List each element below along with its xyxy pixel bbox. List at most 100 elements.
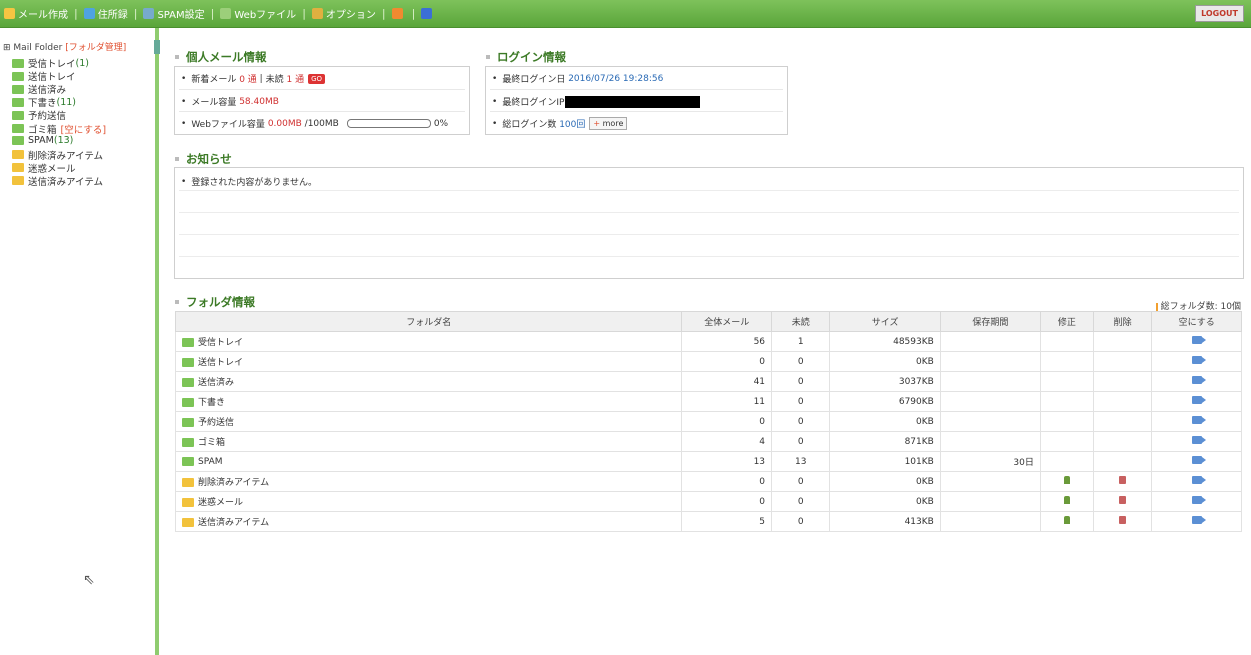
folder-icon [182,418,194,427]
sidebar-folder-item[interactable]: SPAM (13) [12,135,73,146]
menu-item-5[interactable] [391,8,406,19]
folder-name[interactable]: 送信トレイ [198,358,243,368]
new-mail-value[interactable]: 0 通 [239,72,257,85]
empty-folder-icon[interactable] [1191,476,1206,484]
logout-button[interactable]: LOGOUT [1195,5,1244,22]
empty-folder-icon[interactable] [1191,436,1206,444]
empty-folder-icon[interactable] [1191,336,1206,344]
empty-trash-link[interactable]: [空にする] [61,122,107,136]
more-button[interactable]: + more [589,117,628,130]
period-cell [939,471,1041,492]
sidebar-folder-item[interactable]: 迷惑メール [12,161,76,175]
folder-name[interactable]: 下書き [198,398,225,408]
menu-separator: | [133,7,138,20]
sidebar-folder-label: 下書き [28,98,57,110]
empty-folder-icon[interactable] [1191,416,1206,424]
folder-name-cell[interactable]: 削除済みアイテム [174,471,683,492]
empty-folder-icon[interactable] [1191,396,1206,404]
empty-folder-icon[interactable] [1191,356,1206,364]
period-cell [939,431,1041,452]
size-cell: 413KB [829,511,941,532]
empty-cell [1151,391,1242,412]
login-info-title-text: ログイン情報 [497,50,566,64]
menu-item-0[interactable]: メール作成 [4,6,68,21]
empty-folder-icon[interactable] [1191,376,1206,384]
edit-cell [1039,411,1095,432]
sidebar-folder-label: SPAM [28,134,54,146]
menu-item-label: メール作成 [18,10,68,21]
folder-name[interactable]: 受信トレイ [198,338,243,348]
folder-name[interactable]: SPAM [198,457,223,467]
sidebar-folder-item[interactable]: ゴミ箱 [空にする] [12,122,106,136]
menu-item-2[interactable]: SPAM設定 [143,6,205,21]
folder-name-cell[interactable]: 下書き [174,391,683,412]
folder-icon [12,97,24,107]
folder-name-cell[interactable]: 送信済みアイテム [174,511,683,532]
go-badge[interactable]: GO [308,73,326,84]
menu-item-label: SPAM設定 [157,10,205,21]
column-header: 削除 [1092,311,1153,332]
folder-manage-link[interactable]: [フォルダ管理] [65,43,126,53]
edit-cell [1039,451,1095,472]
sidebar-folder-item[interactable]: 送信済みアイテム [12,174,103,188]
folder-table: フォルダ名 全体メール 未読 サイズ 保存期間 修正 削除 空にする 受信トレイ 56 1 4859… [174,311,1242,532]
menu-item-4[interactable]: オプション [311,6,376,21]
unread-value[interactable]: 1 通 [286,72,304,85]
sidebar-folder-item[interactable]: 送信トレイ [12,69,76,83]
delete-cell [1092,491,1153,512]
size-cell: 0KB [829,471,941,492]
sidebar-folder-label: 送信済みアイテム [28,176,104,188]
webfile-label: Webファイル容量 [191,120,265,130]
sidebar-folder-label: 予約送信 [28,111,67,123]
login-count-row: • 総ログイン数 100回 + more [492,117,628,130]
folder-name[interactable]: 削除済みアイテム [198,478,269,488]
edit-icon[interactable] [1063,496,1070,504]
menu-item-3[interactable]: Webファイル [220,6,296,21]
sidebar-folder-item[interactable]: 受信トレイ (1) [12,56,89,70]
size-cell: 871KB [829,431,941,452]
capacity-value: 58.40MB [239,96,279,107]
edit-icon[interactable] [1063,476,1070,484]
edit-cell [1039,391,1095,412]
folder-name[interactable]: 予約送信 [198,418,234,428]
unread-cell: 0 [771,351,831,372]
menu-item-6[interactable] [421,8,435,19]
trash-icon[interactable] [1119,496,1127,504]
empty-folder-icon[interactable] [1191,516,1206,524]
menu-item-1[interactable]: 住所録 [83,6,128,21]
sidebar-folder-count: (1) [75,57,89,69]
folder-name-cell[interactable]: 送信済み [174,371,683,392]
sidebar-folder-item[interactable]: 削除済みアイテム [12,148,103,162]
folder-name-cell[interactable]: 送信トレイ [174,351,683,372]
table-row: 迷惑メール 0 0 0KB [174,491,1242,512]
sidebar-folder-item[interactable]: 下書き (11) [12,95,76,109]
sidebar-folder-item[interactable]: 送信済み [12,82,66,96]
folder-name-cell[interactable]: 迷惑メール [174,491,683,512]
folder-tree: ⊞ Mail Folder [フォルダ管理] 受信トレイ (1) 送信トレイ 送信済み… [0,28,152,655]
folder-name[interactable]: ゴミ箱 [198,438,225,448]
sidebar-folder-label: ゴミ箱 [28,124,57,136]
menu-item-label: オプション [325,10,376,21]
folder-name-cell[interactable]: SPAM [174,451,683,472]
tree-root[interactable]: ⊞ Mail Folder [フォルダ管理] [3,40,126,53]
empty-folder-icon[interactable] [1191,456,1206,464]
edit-icon[interactable] [1063,516,1070,524]
sidebar-divider[interactable] [155,28,159,655]
folder-name[interactable]: 送信済みアイテム [198,518,269,528]
sidebar-collapse-handle[interactable] [154,40,160,54]
unread-cell: 0 [771,431,831,452]
folder-name-cell[interactable]: ゴミ箱 [174,431,683,452]
folder-name[interactable]: 送信済み [198,378,234,388]
sidebar-folder-item[interactable]: 予約送信 [12,108,66,122]
folder-name-cell[interactable]: 受信トレイ [174,331,683,352]
folder-name-cell[interactable]: 予約送信 [174,411,683,432]
expand-icon[interactable]: ⊞ [3,43,11,53]
trash-icon[interactable] [1119,516,1127,524]
empty-folder-icon[interactable] [1191,496,1206,504]
sidebar-folder-count: (11) [56,96,77,108]
delete-cell [1092,411,1153,432]
trash-icon[interactable] [1119,476,1127,484]
folder-name[interactable]: 迷惑メール [198,498,243,508]
address-book-icon [83,8,95,19]
folder-info-title-text: フォルダ情報 [186,295,255,309]
